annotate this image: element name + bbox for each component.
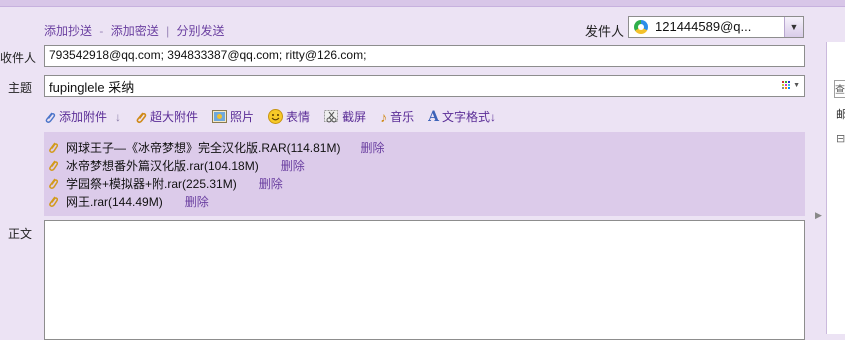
qq-icon [634,20,648,34]
emoji-button[interactable]: 表情 [268,108,310,125]
text-format-icon: A [428,108,439,125]
attachment-name: 网王.rar(144.49M) [66,194,163,209]
subject-input[interactable]: fupinglele 采纳 ▼ [44,75,805,97]
photo-label: 照片 [230,110,255,124]
attachment-name: 网球王子—《冰帝梦想》完全汉化版.RAR(114.81M) [66,140,341,155]
super-attachment-label: 超大附件 [150,110,199,124]
list-item: 冰帝梦想番外篇汉化版.rar(104.18M) 删除 [44,157,305,173]
smiley-icon [268,109,284,124]
emoji-label: 表情 [286,110,311,124]
delete-attachment-link[interactable]: 删除 [360,139,384,156]
list-item: 学园祭+模拟器+附.rar(225.31M) 删除 [44,175,283,191]
paperclip-icon [44,195,62,208]
attachment-name: 学园祭+模拟器+附.rar(225.31M) [66,176,237,191]
sender-label: 发件人 [585,24,625,39]
photo-button[interactable]: 照片 [212,108,254,125]
right-panel: 查 邮 ⊟ [826,42,845,334]
delete-attachment-link[interactable]: 删除 [185,193,209,210]
delete-attachment-link[interactable]: 删除 [259,175,283,192]
recipients-input[interactable]: 793542918@qq.com; 394833387@qq.com; ritt… [44,45,805,67]
paperclip-icon [44,110,56,124]
top-bar [0,0,845,7]
sender-value: 121444589@q... [655,19,752,34]
delete-attachment-link[interactable]: 删除 [281,157,305,174]
chevron-down-icon[interactable]: ▼ [784,17,803,37]
body-editor[interactable] [44,220,805,340]
music-note-icon: ♪ [380,108,388,125]
color-grid-icon[interactable]: ▼ [782,81,800,90]
super-attachment-button[interactable]: 超大附件 [135,108,198,125]
photo-icon [212,110,228,123]
text-format-label: 文字格式 [441,110,490,124]
tree-collapse-icon[interactable]: ⊟ [836,132,845,145]
add-attachment-label: 添加附件 [59,110,108,124]
screenshot-label: 截屏 [342,110,367,124]
add-attachment-button[interactable]: 添加附件 ↓ [44,108,121,125]
music-label: 音乐 [390,110,415,124]
toolbar: 添加附件 ↓ 超大附件 照片 表情 截屏 ♪ 音乐 A 文字格式 ↓ [44,108,510,125]
right-panel-label: 邮 [836,109,845,121]
add-attachment-dropdown[interactable]: ↓ [115,110,121,124]
list-item: 网王.rar(144.49M) 删除 [44,193,209,209]
link-dash: - [99,24,104,38]
paperclip-icon [44,159,62,172]
music-button[interactable]: ♪ 音乐 [380,108,414,125]
collapse-arrow-icon[interactable]: ▶ [815,210,822,221]
send-separately-link[interactable]: 分别发送 [177,24,225,38]
list-item: 网球王子—《冰帝梦想》完全汉化版.RAR(114.81M) 删除 [44,139,385,155]
screenshot-button[interactable]: 截屏 [324,108,366,125]
paperclip-icon [44,177,62,190]
add-cc-link[interactable]: 添加抄送 [44,24,92,38]
attachment-list: 网球王子—《冰帝梦想》完全汉化版.RAR(114.81M) 删除 冰帝梦想番外篇… [44,132,805,216]
scissors-icon [324,109,339,124]
link-separator: | [166,24,170,38]
recipients-label: 收件人 [0,51,37,65]
large-attachment-icon [135,110,147,124]
subject-value: fupinglele 采纳 [49,80,135,95]
body-label: 正文 [8,227,33,241]
add-bcc-link[interactable]: 添加密送 [111,24,159,38]
attachment-name: 冰帝梦想番外篇汉化版.rar(104.18M) [66,158,259,173]
sender-select[interactable]: 121444589@q... ▼ [628,16,804,38]
subject-label: 主题 [8,81,33,95]
text-format-dropdown[interactable]: ↓ [490,110,496,124]
paperclip-icon [44,141,62,154]
recipient-options: 添加抄送 - 添加密送 | 分别发送 [44,22,225,39]
right-panel-search-box[interactable]: 查 [834,80,845,98]
text-format-button[interactable]: A 文字格式 ↓ [428,108,496,125]
